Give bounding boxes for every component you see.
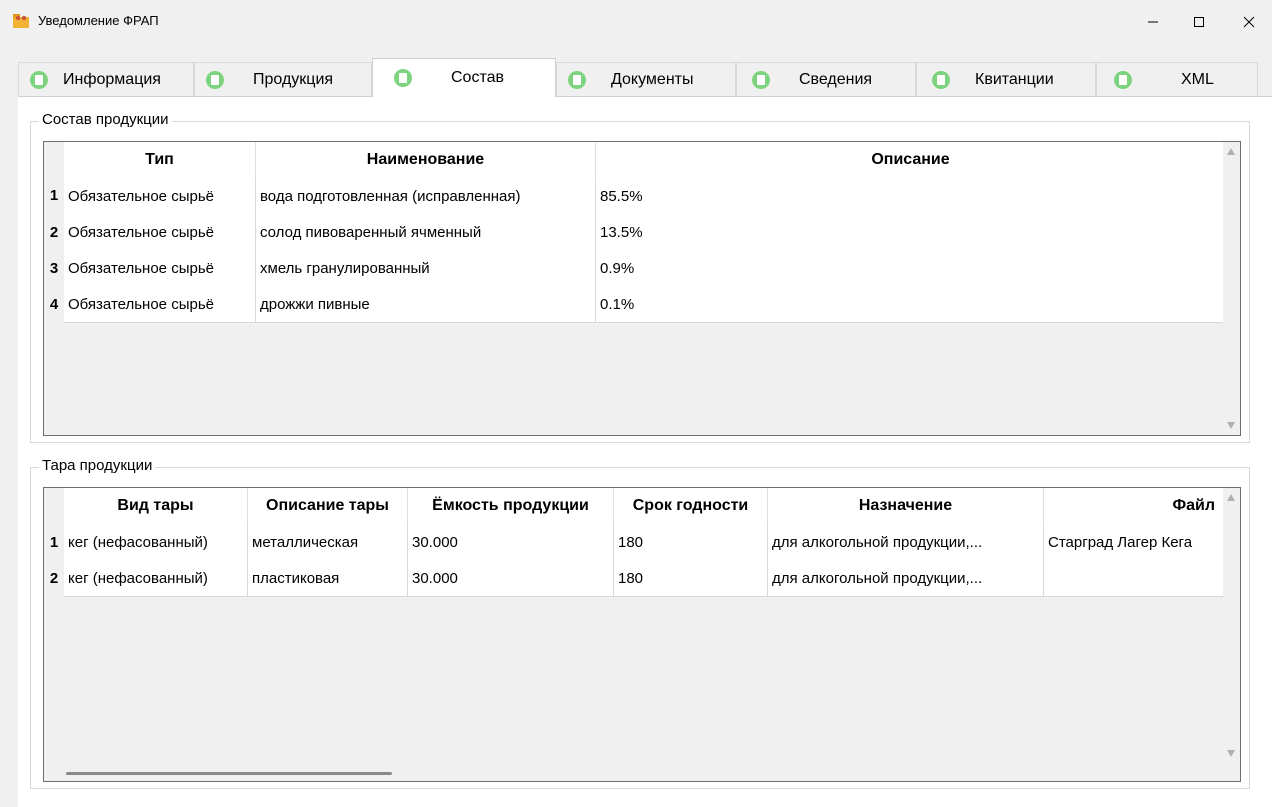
tab-content-panel: Состав продукции Тип Наименование Описан… <box>18 96 1272 807</box>
maximize-button[interactable] <box>1176 6 1222 38</box>
row-number[interactable]: 4 <box>44 286 64 323</box>
tab-label: Состав <box>451 69 504 86</box>
table-cell[interactable]: металлическая <box>248 524 408 561</box>
table-cell[interactable]: хмель гранулированный <box>256 250 596 287</box>
row-number[interactable]: 2 <box>44 560 64 597</box>
table-cell[interactable]: вода подготовленная (исправленная) <box>256 178 596 215</box>
table-cell[interactable] <box>1044 560 1226 597</box>
scroll-down-icon[interactable] <box>1227 750 1235 757</box>
horizontal-scroll-thumb[interactable] <box>66 772 392 775</box>
tab-documents[interactable]: Документы <box>556 62 736 96</box>
table-cell[interactable]: Обязательное сырьё <box>64 250 256 287</box>
table-cell[interactable]: дрожжи пивные <box>256 286 596 323</box>
tab-document-icon <box>206 70 224 89</box>
vertical-scrollbar[interactable] <box>1223 142 1240 435</box>
column-header-kind[interactable]: Вид тары <box>64 488 248 524</box>
tab-label: XML <box>1181 70 1214 88</box>
tab-document-icon <box>932 70 950 89</box>
window-title: Уведомление ФРАП <box>38 13 159 28</box>
scroll-up-icon[interactable] <box>1227 494 1235 501</box>
column-header-shelf-life[interactable]: Срок годности <box>614 488 768 524</box>
scroll-up-icon[interactable] <box>1227 148 1235 155</box>
app-folder-icon <box>12 11 30 29</box>
table-cell[interactable]: 85.5% <box>596 178 1226 215</box>
row-number[interactable]: 2 <box>44 214 64 251</box>
table-cell[interactable]: 0.1% <box>596 286 1226 323</box>
row-number[interactable]: 1 <box>44 178 64 214</box>
tab-document-icon <box>752 70 770 89</box>
tab-details[interactable]: Сведения <box>736 62 916 96</box>
minimize-button[interactable] <box>1130 6 1176 38</box>
tab-label: Информация <box>63 70 161 88</box>
column-header-type[interactable]: Тип <box>64 142 256 178</box>
column-header-package-description[interactable]: Описание тары <box>248 488 408 524</box>
close-button[interactable] <box>1226 6 1272 38</box>
tab-label: Продукция <box>253 70 334 88</box>
tab-document-icon <box>394 69 412 87</box>
table-cell[interactable]: 30.000 <box>408 524 614 561</box>
composition-table[interactable]: Тип Наименование Описание 1 Обязательное… <box>43 141 1241 436</box>
row-number[interactable]: 1 <box>44 524 64 561</box>
tab-label: Сведения <box>799 70 873 88</box>
table-cell[interactable]: 180 <box>614 524 768 561</box>
packaging-group: Тара продукции Вид тары Описание тары Ём… <box>30 457 1250 789</box>
tab-document-icon <box>1114 70 1132 89</box>
table-cell[interactable]: 13.5% <box>596 214 1226 251</box>
close-icon <box>1243 16 1255 28</box>
column-header-name[interactable]: Наименование <box>256 142 596 178</box>
column-header-description[interactable]: Описание <box>596 142 1226 178</box>
table-corner <box>44 142 64 178</box>
composition-group: Состав продукции Тип Наименование Описан… <box>30 111 1250 443</box>
tab-receipts[interactable]: Квитанции <box>916 62 1096 96</box>
table-cell[interactable]: для алкогольной продукции,... <box>768 560 1044 597</box>
title-bar: Уведомление ФРАП <box>0 0 1272 44</box>
tab-document-icon <box>30 70 48 89</box>
tab-products[interactable]: Продукция <box>194 62 372 96</box>
scroll-down-icon[interactable] <box>1227 422 1235 429</box>
row-number[interactable]: 3 <box>44 250 64 287</box>
table-corner <box>44 488 64 524</box>
table-cell[interactable]: 0.9% <box>596 250 1226 287</box>
table-cell[interactable]: Обязательное сырьё <box>64 214 256 251</box>
table-cell[interactable]: для алкогольной продукции,... <box>768 524 1044 561</box>
tab-information[interactable]: Информация <box>18 62 194 96</box>
packaging-group-title: Тара продукции <box>39 457 156 474</box>
table-cell[interactable]: 180 <box>614 560 768 597</box>
tab-document-icon <box>568 70 586 89</box>
tab-label: Документы <box>611 70 694 88</box>
table-cell[interactable]: пластиковая <box>248 560 408 597</box>
tab-bar: Информация Продукция Состав Документы Св… <box>18 58 1258 97</box>
table-cell[interactable]: солод пивоваренный ячменный <box>256 214 596 251</box>
table-cell[interactable]: кег (нефасованный) <box>64 560 248 597</box>
column-header-capacity[interactable]: Ёмкость продукции <box>408 488 614 524</box>
tab-xml[interactable]: XML <box>1096 62 1258 96</box>
table-cell[interactable]: Обязательное сырьё <box>64 286 256 323</box>
maximize-icon <box>1194 17 1204 27</box>
table-cell[interactable]: кег (нефасованный) <box>64 524 248 561</box>
packaging-table[interactable]: Вид тары Описание тары Ёмкость продукции… <box>43 487 1241 782</box>
table-cell[interactable]: Обязательное сырьё <box>64 178 256 215</box>
composition-group-title: Состав продукции <box>39 111 172 128</box>
vertical-scrollbar[interactable] <box>1223 488 1240 763</box>
column-header-file[interactable]: Файл <box>1044 488 1226 524</box>
minimize-icon <box>1148 21 1158 23</box>
tab-label: Квитанции <box>975 70 1054 88</box>
column-header-purpose[interactable]: Назначение <box>768 488 1044 524</box>
table-cell[interactable]: 30.000 <box>408 560 614 597</box>
tab-composition[interactable]: Состав <box>372 58 556 97</box>
table-cell[interactable]: Старград Лагер Кега <box>1044 524 1226 561</box>
